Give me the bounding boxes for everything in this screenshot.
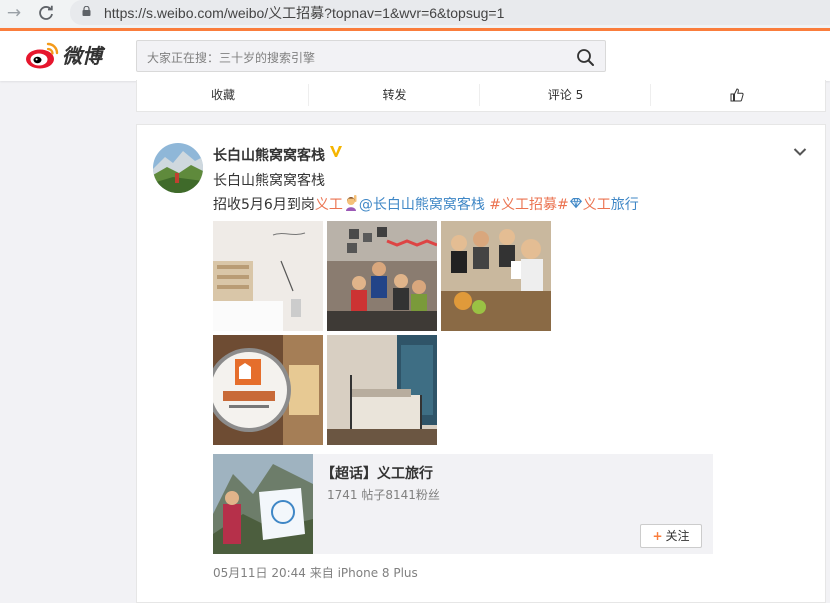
volunteer-link[interactable]: 义工 <box>315 197 343 213</box>
search-icon[interactable] <box>575 47 595 67</box>
supertopic-title[interactable]: 【超话】义工旅行 <box>321 463 433 483</box>
forward-arrow-icon[interactable]: → <box>2 2 26 24</box>
comment-button[interactable]: 评论 5 <box>479 84 651 106</box>
post-text-prefix: 招收5月6月到岗 <box>213 197 315 213</box>
thumbs-up-icon <box>730 88 744 102</box>
post-subname: 长白山熊窝窝客栈 <box>213 173 325 189</box>
post-text: 招收5月6月到岗义工 @长白山熊窝窝客栈 #义工招募# 义工旅行 <box>213 194 639 214</box>
supertopic-link-rest[interactable]: 旅行 <box>611 197 639 213</box>
post-image-1[interactable] <box>213 221 323 331</box>
post-image-2[interactable] <box>327 221 437 331</box>
search-box[interactable]: 大家正在搜：三十岁的搜索引擎 <box>136 40 606 72</box>
raising-hand-emoji-icon <box>345 195 357 211</box>
repost-button[interactable]: 转发 <box>308 84 480 106</box>
url-text: https://s.weibo.com/weibo/义工招募?topnav=1&… <box>104 5 505 21</box>
weibo-header: 微博 大家正在搜：三十岁的搜索引擎 <box>0 28 830 81</box>
post-meta: 05月11日 20:44 来自 iPhone 8 Plus <box>213 566 418 580</box>
search-input[interactable]: 大家正在搜：三十岁的搜索引擎 <box>147 49 315 66</box>
plus-icon: + <box>652 529 663 543</box>
verified-badge-icon <box>330 146 342 157</box>
supertopic-link[interactable]: 义工 <box>583 197 611 213</box>
post-image-5[interactable] <box>327 335 437 445</box>
follow-label: 关注 <box>665 529 690 543</box>
favorite-button[interactable]: 收藏 <box>137 84 309 106</box>
weibo-eye-icon <box>26 42 59 69</box>
lock-icon <box>82 6 91 16</box>
avatar[interactable] <box>153 143 203 193</box>
chevron-down-icon[interactable] <box>793 147 807 157</box>
post-username[interactable]: 长白山熊窝窝客栈 <box>213 145 325 165</box>
weibo-logo-text: 微博 <box>62 44 102 68</box>
post-image-3[interactable] <box>441 221 551 331</box>
follow-button[interactable]: + 关注 <box>640 524 702 548</box>
previous-post-actions: 收藏 转发 评论 5 <box>136 80 826 112</box>
weibo-post-card: 长白山熊窝窝客栈 长白山熊窝窝客栈 招收5月6月到岗义工 @长白山熊窝窝客栈 #义… <box>136 124 826 603</box>
like-button[interactable] <box>650 84 822 106</box>
supertopic-stats: 1741 帖子8141粉丝 <box>327 488 440 502</box>
supertopic-image <box>213 454 313 554</box>
reload-icon[interactable] <box>34 2 58 24</box>
post-image-4[interactable] <box>213 335 323 445</box>
address-bar[interactable]: https://s.weibo.com/weibo/义工招募?topnav=1&… <box>70 0 830 25</box>
hashtag-link[interactable]: #义工招募# <box>489 197 568 213</box>
supertopic-card[interactable]: 【超话】义工旅行 1741 帖子8141粉丝 + 关注 <box>213 454 713 554</box>
diamond-icon <box>569 198 582 209</box>
browser-toolbar: → https://s.weibo.com/weibo/义工招募?topnav=… <box>0 0 830 28</box>
supertopic-link-part1: 义工 <box>582 197 611 213</box>
mention-link[interactable]: @长白山熊窝窝客栈 <box>359 197 485 213</box>
